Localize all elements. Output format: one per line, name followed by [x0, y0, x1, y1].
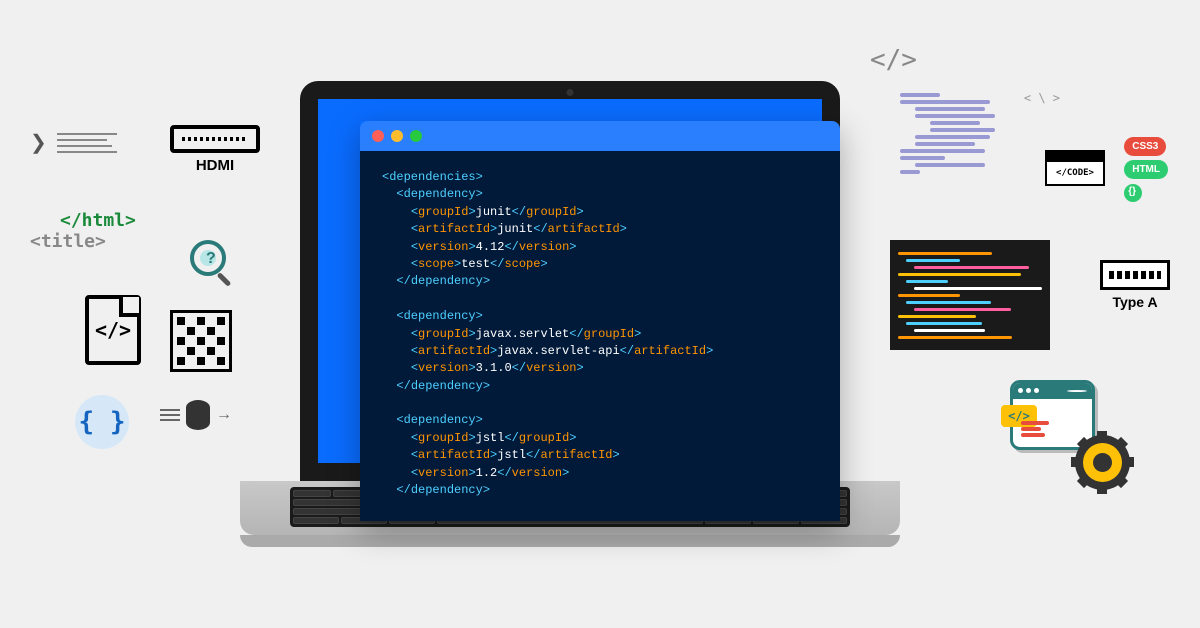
type-a-label: Type A [1100, 294, 1170, 310]
data-flow-icon: → [160, 400, 232, 430]
type-a-port-icon: Type A [1100, 260, 1170, 310]
tech-badges: CSS3 HTML {} [1122, 135, 1170, 204]
magnifier-icon: ? [190, 240, 226, 276]
braces-circle-icon: { } [75, 395, 129, 449]
gear-icon [1075, 435, 1130, 490]
html-tags-icon: </html> <title> [30, 210, 290, 252]
left-icon-cluster: ❯ HDMI </html> <title> ? </> { } → [30, 130, 290, 252]
qr-code-icon [170, 310, 232, 372]
code-window: <dependencies> <dependency> <groupId>jun… [360, 121, 840, 521]
css3-badge: CSS3 [1124, 137, 1166, 156]
code-content: <dependencies> <dependency> <groupId>jun… [360, 151, 840, 521]
laptop: <dependencies> <dependency> <groupId>jun… [300, 81, 900, 547]
html-badge: HTML [1124, 160, 1168, 179]
dev-settings-icon: </> [1010, 380, 1120, 480]
minimize-dot-icon [391, 130, 403, 142]
laptop-edge [240, 535, 900, 547]
js-badge: {} [1124, 184, 1142, 202]
camera-icon [567, 89, 574, 96]
maximize-dot-icon [410, 130, 422, 142]
code-file-icon: </> [85, 295, 141, 365]
small-code-window-icon: </CODE> [1045, 150, 1105, 186]
hdmi-label: HDMI [170, 157, 260, 174]
pseudo-code-block: < \ > [900, 90, 1060, 177]
dark-editor-preview [890, 240, 1050, 350]
window-titlebar [360, 121, 840, 151]
close-dot-icon [372, 130, 384, 142]
angle-bracket-icon: </> [870, 45, 917, 75]
hdmi-icon: HDMI [170, 125, 260, 174]
